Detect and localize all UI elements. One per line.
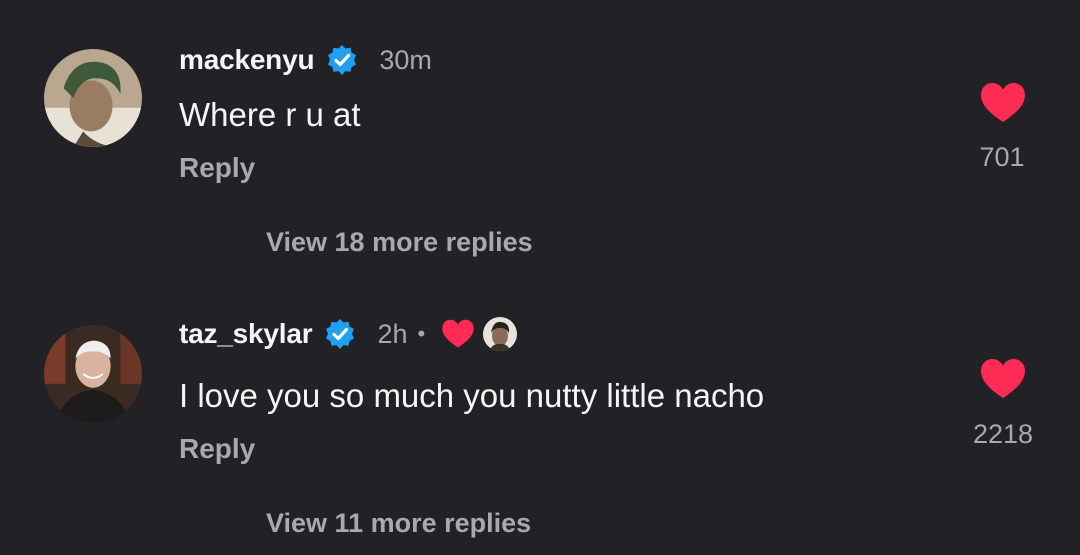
like-count: 2218 [972,419,1034,449]
comment-time: 2h [377,318,408,349]
creator-heart-icon [442,319,474,348]
comment-text: Where r u at [179,96,361,133]
verified-badge-icon [326,319,355,349]
comment-header: taz_skylar 2h • [179,314,518,354]
view-more-replies-button[interactable]: View 18 more replies [266,227,533,258]
heart-icon[interactable] [980,358,1026,400]
avatar[interactable] [44,49,142,147]
comment-time: 30m [379,44,432,75]
username[interactable]: taz_skylar [179,318,313,350]
heart-icon[interactable] [980,82,1026,124]
separator-dot: • [417,321,426,346]
view-more-replies-button[interactable]: View 11 more replies [266,508,531,539]
comment-text: I love you so much you nutty little nach… [179,377,765,414]
reply-button[interactable]: Reply [179,433,255,465]
like-count: 701 [979,142,1025,172]
creator-avatar [483,317,518,351]
verified-badge-icon [328,45,357,75]
reply-button[interactable]: Reply [179,152,255,184]
username[interactable]: mackenyu [179,44,315,76]
avatar[interactable] [44,325,142,423]
comment-header: mackenyu 30m [179,40,432,80]
